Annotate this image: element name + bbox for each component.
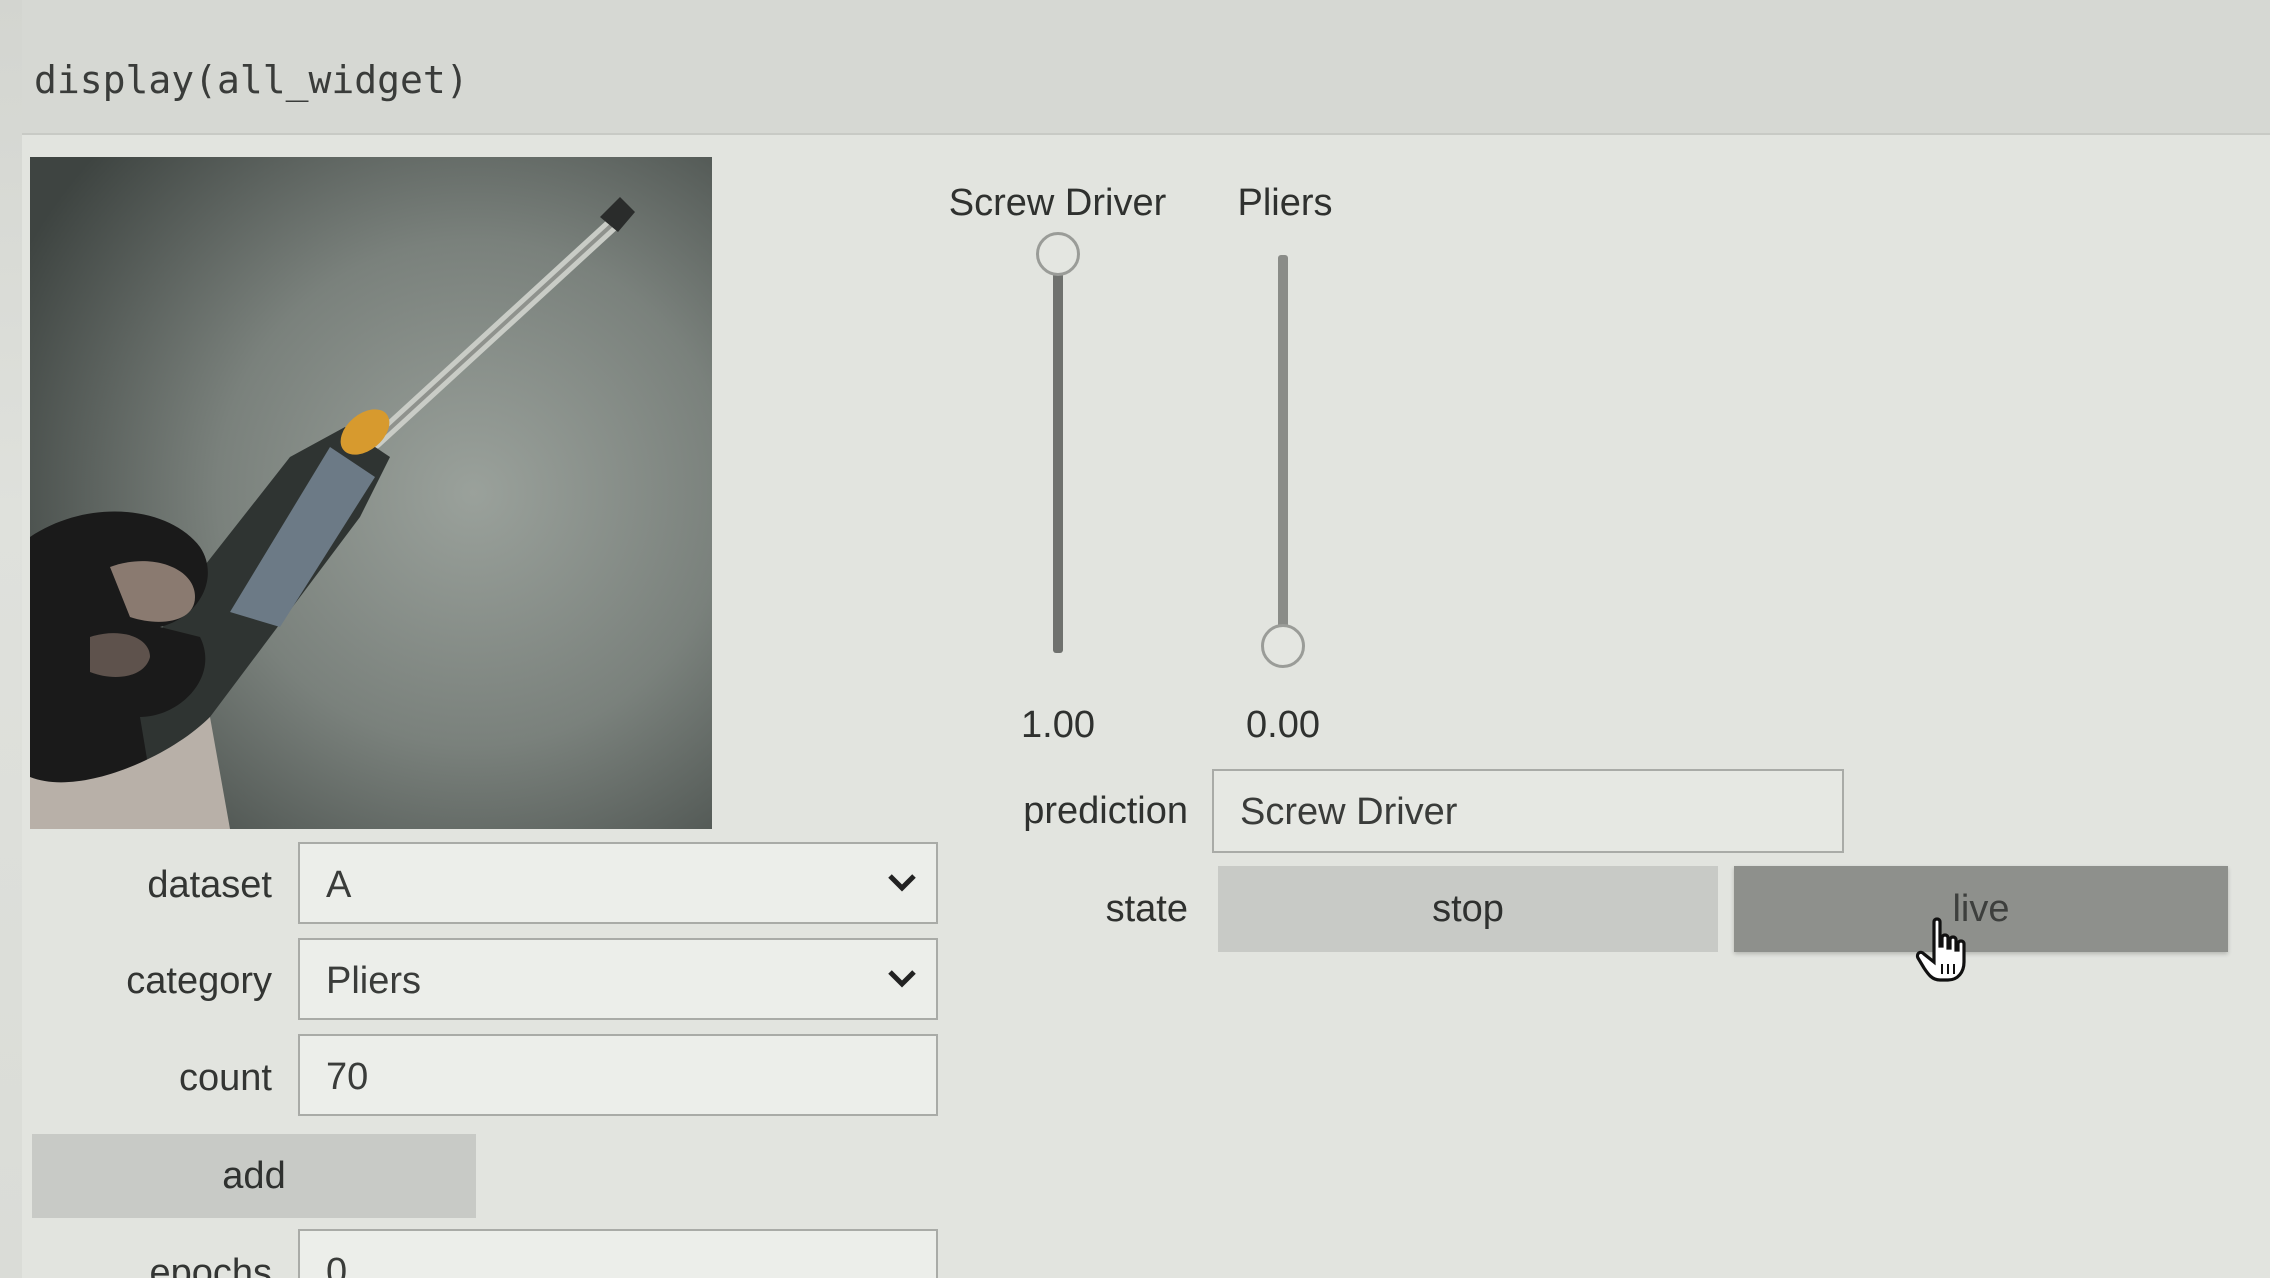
slider-pliers-value: 0.00 xyxy=(1246,704,1320,746)
screwdriver-image-icon xyxy=(30,157,712,829)
prediction-value: Screw Driver xyxy=(1240,791,1458,833)
epochs-input[interactable]: 0 xyxy=(298,1229,938,1278)
slider-screwdriver-label: Screw Driver xyxy=(948,182,1167,224)
chevron-down-icon xyxy=(888,970,916,988)
slider-pliers-track[interactable] xyxy=(1278,255,1288,653)
camera-image xyxy=(30,157,712,829)
stop-toggle-button[interactable]: stop xyxy=(1218,866,1718,952)
category-select[interactable]: Pliers xyxy=(298,938,938,1020)
notebook-page: display(all_widget) dataset A category P… xyxy=(0,0,2270,1278)
slider-screwdriver-track[interactable] xyxy=(1053,255,1063,653)
dataset-select[interactable]: A xyxy=(298,842,938,924)
slider-pliers-handle[interactable] xyxy=(1261,624,1305,668)
prediction-field: Screw Driver xyxy=(1212,769,1844,853)
count-label: count xyxy=(179,1057,272,1099)
epochs-label: epochs xyxy=(149,1252,272,1278)
count-input[interactable]: 70 xyxy=(298,1034,938,1116)
state-label: state xyxy=(1105,888,1188,930)
count-input-value: 70 xyxy=(326,1056,369,1098)
add-button[interactable]: add xyxy=(32,1134,476,1218)
category-select-value: Pliers xyxy=(326,960,422,1002)
chevron-down-icon xyxy=(888,874,916,892)
category-label: category xyxy=(126,960,272,1002)
slider-screwdriver-value: 1.00 xyxy=(1021,704,1095,746)
epochs-input-value: 0 xyxy=(326,1251,348,1278)
slider-screwdriver-handle[interactable] xyxy=(1036,232,1080,276)
hand-pointer-cursor-icon xyxy=(1915,917,1966,982)
slider-pliers-label: Pliers xyxy=(1237,182,1333,224)
prediction-label: prediction xyxy=(1023,790,1188,832)
dataset-label: dataset xyxy=(147,864,272,906)
code-cell-source: display(all_widget) xyxy=(34,58,469,102)
dataset-select-value: A xyxy=(326,864,352,906)
code-cell[interactable]: display(all_widget) xyxy=(22,0,2270,135)
